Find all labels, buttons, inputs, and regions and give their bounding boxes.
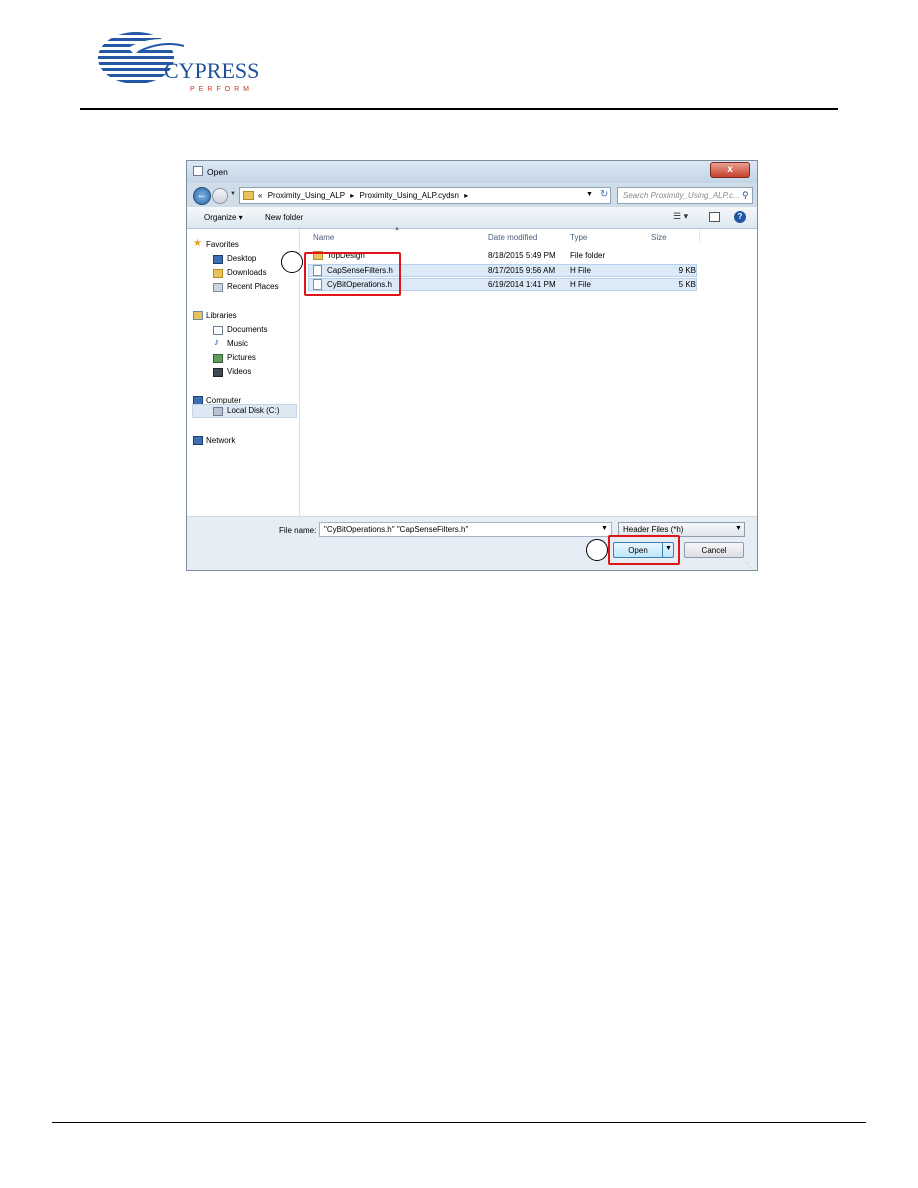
close-button[interactable]: x (710, 162, 750, 178)
navigation-pane: ★ Favorites Desktop Downloads Recent Pla… (187, 229, 300, 516)
nav-downloads[interactable]: Downloads (227, 268, 267, 277)
column-header-type[interactable]: Type (570, 233, 587, 242)
cypress-logo: CYPRESS PERFORM (98, 32, 259, 93)
file-name-input[interactable]: "CyBitOperations.h" "CapSenseFilters.h" … (319, 522, 612, 537)
search-input[interactable]: Search Proximity_Using_ALP.c... ⚲ (617, 187, 753, 204)
refresh-icon[interactable]: ↻ (600, 189, 608, 200)
libraries-icon (193, 311, 203, 320)
nav-network[interactable]: Network (206, 436, 235, 445)
downloads-icon (213, 269, 223, 278)
file-size: 5 KB (678, 280, 696, 289)
star-icon: ★ (193, 238, 202, 249)
resize-grip-icon[interactable]: ⋱ (745, 561, 752, 569)
hard-drive-icon (213, 407, 223, 416)
organize-menu-button[interactable]: Organize ▾ (204, 213, 243, 222)
breadcrumb: « Proximity_Using_ALP ▸ Proximity_Using_… (258, 191, 471, 200)
nav-pictures[interactable]: Pictures (227, 353, 256, 362)
callout-highlight-open (608, 535, 680, 565)
callout-highlight-files (304, 252, 401, 296)
back-arrow-icon[interactable]: ← (193, 187, 211, 205)
file-name-value: "CyBitOperations.h" "CapSenseFilters.h" (324, 525, 469, 534)
logo-wordmark: CYPRESS (164, 58, 259, 83)
file-date: 8/17/2015 9:56 AM (488, 266, 556, 275)
app-icon (193, 166, 203, 176)
navigation-bar: ← ▼ « Proximity_Using_ALP ▸ Proximity_Us… (187, 183, 757, 207)
nav-videos[interactable]: Videos (227, 367, 251, 376)
header-rule (80, 108, 838, 110)
file-name-label: File name: (279, 526, 317, 535)
column-header-date[interactable]: Date modified (488, 233, 537, 242)
breadcrumb-separator[interactable]: ▸ (350, 191, 354, 200)
file-type: File folder (570, 251, 606, 260)
open-file-dialog: Open x ← ▼ « Proximity_Using_ALP ▸ Proxi… (186, 160, 758, 571)
videos-icon (213, 368, 223, 377)
file-type: H File (570, 280, 591, 289)
pictures-icon (213, 354, 223, 363)
chevron-down-icon[interactable]: ▼ (586, 191, 593, 198)
nav-local-disk[interactable]: Local Disk (C:) (227, 406, 279, 415)
file-date: 6/19/2014 1:41 PM (488, 280, 556, 289)
column-header-name[interactable]: Name (313, 233, 334, 242)
nav-recent-places[interactable]: Recent Places (227, 282, 279, 291)
desktop-icon (213, 255, 223, 264)
address-bar[interactable]: « Proximity_Using_ALP ▸ Proximity_Using_… (239, 187, 611, 204)
new-folder-button[interactable]: New folder (265, 213, 303, 222)
column-header-size[interactable]: Size (651, 233, 667, 242)
callout-marker-2 (586, 539, 608, 561)
search-placeholder: Search Proximity_Using_ALP.c... (623, 191, 740, 200)
command-toolbar: Organize ▾ New folder ☰ ▾ ? (187, 207, 757, 229)
logo-tagline: PERFORM (190, 86, 253, 93)
breadcrumb-separator[interactable]: ▸ (464, 191, 468, 200)
file-type: H File (570, 266, 591, 275)
sort-ascending-icon: ▲ (394, 226, 400, 232)
recent-places-icon (213, 283, 223, 292)
file-date: 8/18/2015 5:49 PM (488, 251, 556, 260)
dialog-title: Open (207, 167, 228, 177)
music-icon: ♪ (214, 337, 219, 348)
nav-music[interactable]: Music (227, 339, 248, 348)
dialog-titlebar[interactable]: Open x (187, 161, 757, 183)
nav-documents[interactable]: Documents (227, 325, 267, 334)
change-view-icon[interactable]: ☰ ▾ (673, 211, 688, 222)
cancel-button[interactable]: Cancel (684, 542, 744, 558)
preview-pane-icon[interactable] (709, 212, 720, 222)
search-icon[interactable]: ⚲ (742, 190, 749, 201)
folder-icon (243, 191, 254, 200)
file-type-value: Header Files (*h) (623, 525, 684, 534)
cancel-button-label: Cancel (701, 546, 727, 555)
breadcrumb-item-cydsn[interactable]: Proximity_Using_ALP.cydsn (360, 191, 459, 200)
file-size: 9 KB (678, 266, 696, 275)
breadcrumb-overflow[interactable]: « (258, 191, 262, 200)
chevron-down-icon[interactable]: ▼ (735, 525, 742, 532)
documents-icon (213, 326, 223, 335)
nav-libraries[interactable]: Libraries (206, 311, 237, 320)
forward-arrow-icon[interactable] (212, 188, 228, 204)
nav-favorites[interactable]: Favorites (206, 240, 239, 249)
help-icon[interactable]: ? (734, 211, 746, 223)
breadcrumb-item-project[interactable]: Proximity_Using_ALP (268, 191, 345, 200)
network-icon (193, 436, 203, 445)
footer-rule (52, 1122, 866, 1123)
callout-marker-1 (281, 251, 303, 273)
column-divider (699, 229, 700, 243)
chevron-down-icon[interactable]: ▼ (601, 525, 608, 532)
recent-pages-chevron-icon[interactable]: ▼ (230, 191, 236, 197)
nav-desktop[interactable]: Desktop (227, 254, 256, 263)
